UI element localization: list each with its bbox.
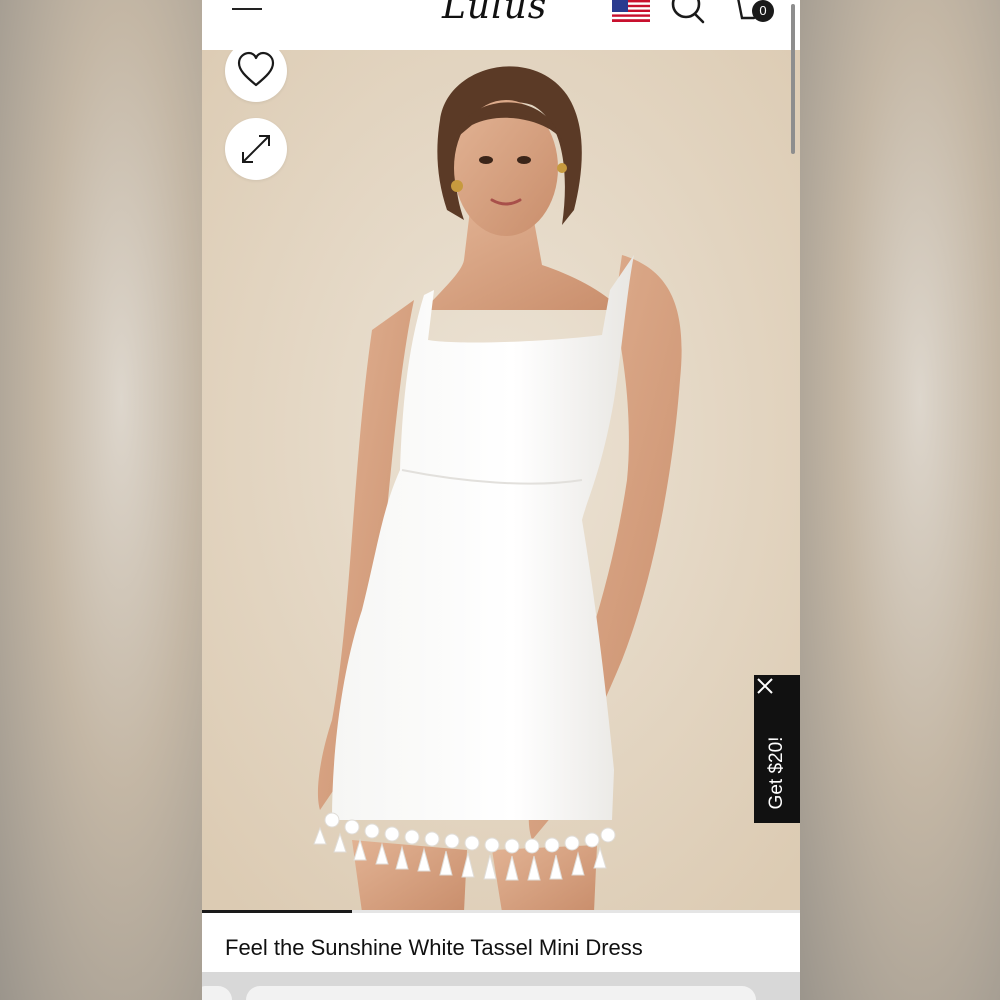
screen: Lulus 0 Get $20! Feel the Sunshine White… [0,0,1000,1000]
wishlist-button[interactable] [225,50,287,102]
menu-icon[interactable] [232,0,264,16]
bottom-bar [202,972,800,1000]
model-photo [202,50,800,912]
cart-button[interactable]: 0 [734,0,778,30]
zoom-button[interactable] [225,118,287,180]
promo-label[interactable]: Get $20! [766,737,788,810]
mobile-product-page: Lulus 0 Get $20! Feel the Sunshine White… [202,0,800,1000]
scrollbar[interactable] [791,4,795,154]
gallery-progress-fill [202,910,352,913]
site-header: Lulus 0 [202,0,800,50]
blurred-backdrop-right [800,0,1000,1000]
promo-tab[interactable]: Get $20! [754,675,800,823]
close-icon[interactable] [754,675,776,697]
product-image[interactable]: Get $20! [202,50,800,912]
product-title: Feel the Sunshine White Tassel Mini Dres… [225,935,643,960]
bottom-pill-left[interactable] [202,986,232,1000]
us-flag-icon[interactable] [612,0,650,22]
cart-count-badge: 0 [752,0,774,22]
site-logo[interactable]: Lulus [442,0,547,27]
bottom-pill-main[interactable] [246,986,756,1000]
search-icon[interactable] [668,0,708,24]
heart-outline-icon [237,51,275,87]
blurred-backdrop-left [0,0,202,1000]
expand-arrows-icon [242,135,270,163]
gallery-progress [202,910,800,913]
